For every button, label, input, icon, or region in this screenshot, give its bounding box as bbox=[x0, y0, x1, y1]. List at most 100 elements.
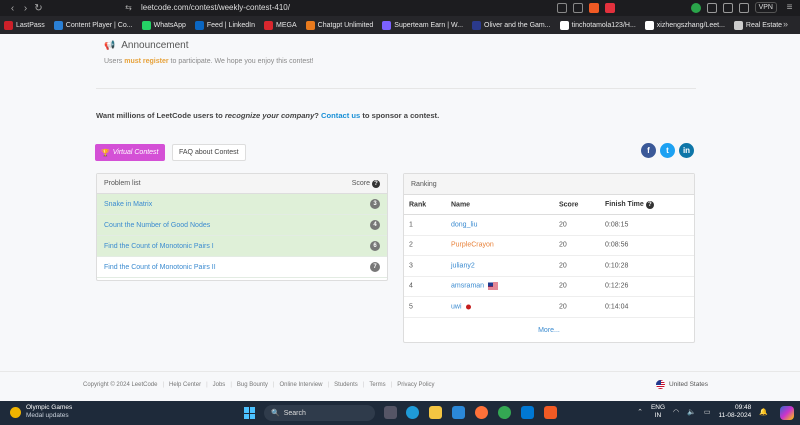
task-view-icon[interactable] bbox=[384, 406, 397, 419]
bookmark-item[interactable]: Superteam Earn | W... bbox=[382, 20, 463, 30]
user-name-link[interactable]: juliany2 bbox=[451, 262, 475, 269]
brave-icon[interactable] bbox=[544, 406, 557, 419]
region-selector[interactable]: United States bbox=[655, 380, 708, 389]
bookmark-favicon-icon bbox=[644, 20, 654, 30]
contact-us-link[interactable]: Contact us bbox=[321, 111, 360, 120]
start-button[interactable] bbox=[244, 407, 256, 419]
virtual-contest-button[interactable]: 🏆 Virtual Contest bbox=[95, 144, 165, 161]
announcement-text-start: Users bbox=[104, 58, 125, 65]
vscode-icon[interactable] bbox=[521, 406, 534, 419]
bookmarks-overflow-icon[interactable]: » bbox=[783, 19, 788, 29]
chrome-icon[interactable] bbox=[498, 406, 511, 419]
user-name-link[interactable]: amsraman bbox=[451, 283, 484, 290]
user-name-link[interactable]: dong_liu bbox=[451, 221, 477, 228]
region-code: IN bbox=[654, 412, 662, 419]
clock-time: 09:48 bbox=[735, 404, 752, 411]
problem-row[interactable]: Find the Count of Monotonic Pairs II 7 bbox=[97, 257, 387, 278]
file-explorer-icon[interactable] bbox=[429, 406, 442, 419]
reader-icon[interactable] bbox=[556, 2, 567, 13]
user-name-link[interactable]: PurpleCrayon bbox=[451, 242, 494, 249]
japan-flag-icon bbox=[465, 304, 471, 310]
wifi-icon[interactable]: ◠ bbox=[673, 408, 679, 416]
footer-link[interactable]: Help Center bbox=[169, 382, 201, 388]
notification-icon[interactable]: 🔔 bbox=[759, 408, 768, 416]
footer-link[interactable]: Terms bbox=[369, 382, 385, 388]
wallet-icon[interactable] bbox=[738, 2, 749, 13]
firefox-icon[interactable] bbox=[475, 406, 488, 419]
bookmark-item[interactable]: Oliver and the Gam... bbox=[472, 20, 551, 30]
footer-link[interactable]: Students bbox=[334, 382, 358, 388]
vpn-button[interactable]: VPN bbox=[754, 2, 777, 13]
facebook-share-icon[interactable]: f bbox=[641, 143, 656, 158]
language-indicator[interactable]: ENG IN bbox=[651, 404, 665, 420]
store-icon[interactable] bbox=[452, 406, 465, 419]
problem-name-link[interactable]: Count the Number of Good Nodes bbox=[104, 222, 210, 229]
twitter-share-icon[interactable]: t bbox=[660, 143, 675, 158]
footer-link[interactable]: Bug Bounty bbox=[237, 382, 268, 388]
bookmark-item[interactable]: xizhengszhang/Leet... bbox=[644, 20, 725, 30]
forward-icon[interactable]: › bbox=[19, 3, 32, 14]
problem-name-link[interactable]: Snake in Matrix bbox=[104, 201, 152, 208]
bookmark-favicon-icon bbox=[4, 20, 13, 30]
share-icon[interactable] bbox=[572, 2, 583, 13]
footer-separator: | bbox=[272, 382, 275, 388]
url-text[interactable]: leetcode.com/contest/weekly-contest-410/ bbox=[141, 3, 290, 12]
footer-link[interactable]: Privacy Policy bbox=[397, 382, 434, 388]
site-settings-icon[interactable]: ⇆ bbox=[122, 3, 135, 12]
battery-icon[interactable]: ▭ bbox=[704, 408, 711, 416]
back-icon[interactable]: ‹ bbox=[6, 3, 19, 14]
extension-icon[interactable] bbox=[706, 2, 717, 13]
bookmark-item[interactable]: LastPass bbox=[4, 20, 45, 30]
more-ranking-link[interactable]: More... bbox=[404, 318, 694, 343]
address-bar[interactable]: ⇆ leetcode.com/contest/weekly-contest-41… bbox=[122, 1, 290, 14]
ranking-row: 5 uwi 20 0:14:04 bbox=[404, 297, 694, 318]
chevron-up-icon[interactable]: ⌃ bbox=[637, 408, 643, 416]
rank-cell: 1 bbox=[409, 221, 413, 229]
taskbar-search[interactable]: 🔍 Search bbox=[264, 405, 375, 421]
linkedin-share-icon[interactable]: in bbox=[679, 143, 694, 158]
user-name-link[interactable]: uwi bbox=[451, 303, 462, 310]
finish-time-cell: 0:08:15 bbox=[605, 221, 629, 229]
footer-separator: | bbox=[327, 382, 330, 388]
bookmark-favicon-icon bbox=[53, 20, 63, 30]
must-register-link[interactable]: must register bbox=[124, 58, 168, 65]
bookmark-label: tinchotamola123/H... bbox=[571, 21, 636, 29]
ranking-row: 4 amsraman 20 0:12:26 bbox=[404, 277, 694, 297]
bookmark-item[interactable]: Chatgpt Unlimited bbox=[305, 20, 373, 30]
problem-row[interactable]: Find the Count of Monotonic Pairs I 6 bbox=[97, 236, 387, 257]
score-column-header: Score bbox=[559, 201, 579, 208]
bookmark-item[interactable]: Content Player | Co... bbox=[53, 20, 133, 30]
bookmark-item[interactable]: Real Estate bbox=[733, 20, 782, 30]
volume-icon[interactable]: 🔈 bbox=[687, 408, 696, 416]
menu-icon[interactable]: ≡ bbox=[783, 2, 796, 13]
edge-icon[interactable] bbox=[406, 406, 419, 419]
problem-row[interactable]: Count the Number of Good Nodes 4 bbox=[97, 215, 387, 236]
bookmark-item[interactable]: Feed | LinkedIn bbox=[194, 20, 255, 30]
bookmark-item[interactable]: MEGA bbox=[264, 20, 297, 30]
system-tray: ⌃ ENG IN ◠ 🔈 ▭ 09:48 11-08-2024 🔔 bbox=[637, 404, 768, 420]
brave-shield-icon[interactable] bbox=[588, 2, 599, 13]
rewards-icon[interactable] bbox=[604, 2, 615, 13]
copilot-icon[interactable] bbox=[780, 406, 794, 420]
problem-row[interactable]: Snake in Matrix 3 bbox=[97, 194, 387, 215]
footer-link[interactable]: Jobs bbox=[213, 382, 226, 388]
faq-button[interactable]: FAQ about Contest bbox=[172, 144, 246, 161]
footer-separator: | bbox=[230, 382, 232, 388]
bookmark-item[interactable]: tinchotamola123/H... bbox=[559, 20, 636, 30]
sponsor-text-start: Want millions of LeetCode users to bbox=[96, 111, 225, 120]
reload-icon[interactable]: ↻ bbox=[32, 3, 45, 14]
sidebar-icon[interactable] bbox=[722, 2, 733, 13]
footer-link[interactable]: Online Interview bbox=[279, 382, 322, 388]
bookmark-item[interactable]: WhatsApp bbox=[141, 20, 186, 30]
name-cell: uwi bbox=[451, 303, 471, 310]
clock[interactable]: 09:48 11-08-2024 bbox=[719, 404, 752, 420]
extension-green-icon[interactable] bbox=[690, 2, 701, 13]
help-icon[interactable]: ? bbox=[372, 179, 380, 188]
megaphone-icon: 📢 bbox=[104, 40, 116, 50]
problem-name-link[interactable]: Find the Count of Monotonic Pairs II bbox=[104, 264, 216, 271]
help-icon[interactable]: ? bbox=[645, 200, 654, 209]
widgets-button[interactable]: Olympic Games Medal updates bbox=[10, 404, 72, 420]
score-cell: 20 bbox=[559, 303, 567, 311]
ranking-panel: Ranking Rank Name Score Finish Time? 1 do… bbox=[403, 173, 695, 343]
problem-name-link[interactable]: Find the Count of Monotonic Pairs I bbox=[104, 243, 214, 250]
